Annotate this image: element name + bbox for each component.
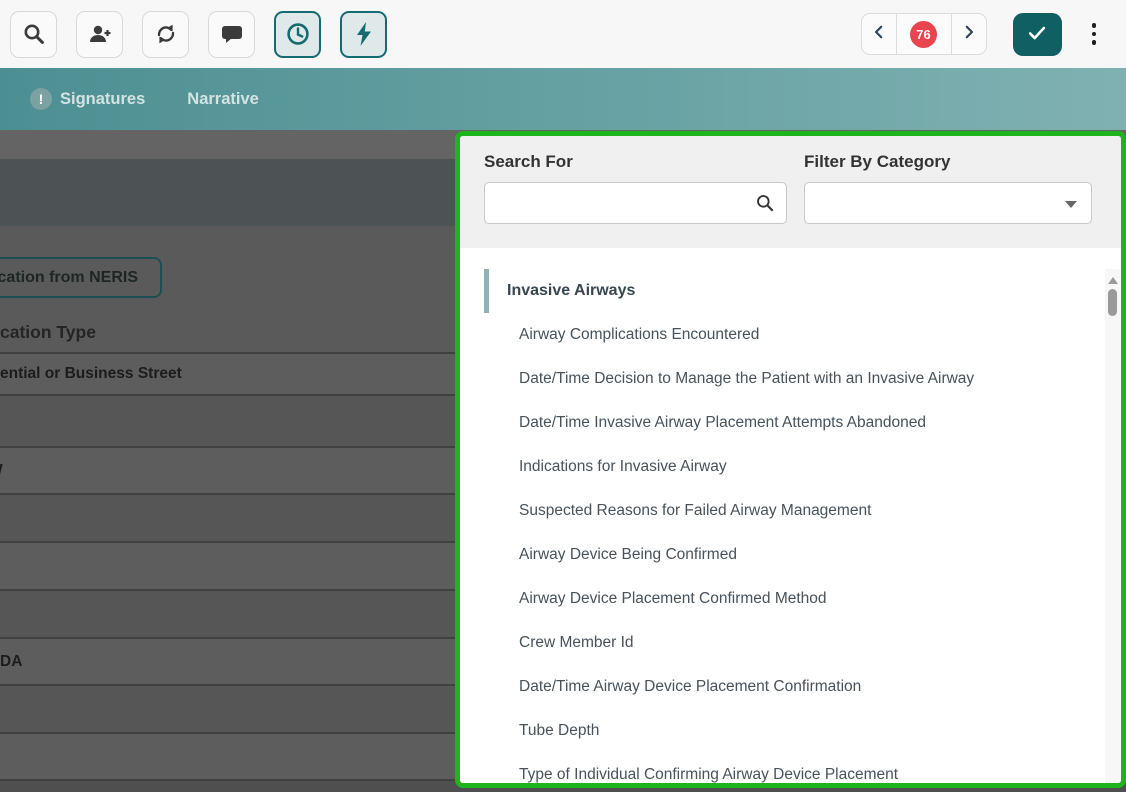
- validation-pager: 76: [861, 13, 987, 55]
- previous-issue-button[interactable]: [861, 13, 896, 55]
- overflow-menu-button[interactable]: [1088, 19, 1101, 49]
- scrollbar-thumb[interactable]: [1108, 289, 1117, 316]
- add-person-icon: [87, 22, 113, 46]
- list-item[interactable]: Indications for Invasive Airway: [460, 445, 1121, 489]
- add-person-button[interactable]: [76, 11, 123, 58]
- list-item[interactable]: Airway Complications Encountered: [460, 313, 1121, 357]
- location-type-heading: cation Type: [0, 322, 96, 343]
- list-item[interactable]: Crew Member Id: [460, 621, 1121, 665]
- history-button[interactable]: [274, 11, 321, 58]
- search-input[interactable]: [484, 182, 787, 224]
- tab-narrative[interactable]: Narrative: [187, 90, 259, 109]
- checkmark-icon: [1025, 22, 1049, 47]
- alert-icon: !: [30, 88, 52, 110]
- list-item[interactable]: Tube Depth: [460, 709, 1121, 753]
- add-field-panel: Search For Filter By Category In: [455, 131, 1126, 788]
- chat-button[interactable]: [208, 11, 255, 58]
- history-clock-icon: [285, 21, 311, 47]
- next-issue-button[interactable]: [952, 13, 987, 55]
- group-title: Invasive Airways: [507, 282, 635, 300]
- sync-button[interactable]: [142, 11, 189, 58]
- category-field-group: Filter By Category: [804, 152, 1092, 248]
- list-item[interactable]: Airway Device Being Confirmed: [460, 533, 1121, 577]
- confirm-button[interactable]: [1013, 13, 1062, 56]
- scroll-up-arrow-icon[interactable]: [1108, 277, 1118, 284]
- category-select[interactable]: [804, 182, 1092, 224]
- quick-actions-bolt-icon: [352, 21, 376, 47]
- location-from-neris-button: Location from NERIS: [0, 257, 162, 298]
- toolbar-left-group: [0, 11, 387, 58]
- chevron-down-icon: [1065, 201, 1077, 208]
- list-item[interactable]: Type of Individual Confirming Airway Dev…: [460, 753, 1121, 788]
- section-nav-bar: ! Signatures Narrative: [0, 68, 1126, 130]
- quick-actions-button[interactable]: [340, 11, 387, 58]
- search-icon: [22, 22, 46, 46]
- chat-icon: [220, 22, 244, 46]
- kebab-menu-icon: [1092, 23, 1097, 28]
- tab-signatures[interactable]: ! Signatures: [30, 88, 145, 110]
- group-accent-bar: [484, 269, 489, 313]
- field-group-header: Invasive Airways: [460, 269, 1121, 313]
- search-for-label: Search For: [484, 152, 787, 172]
- panel-scrollbar: [1105, 269, 1120, 788]
- list-item[interactable]: Airway Device Placement Confirmed Method: [460, 577, 1121, 621]
- search-field-group: Search For: [484, 152, 787, 248]
- validation-count-segment: 76: [896, 13, 952, 55]
- search-button[interactable]: [10, 11, 57, 58]
- top-toolbar: 76: [0, 0, 1126, 68]
- panel-filter-header: Search For Filter By Category: [460, 136, 1121, 248]
- list-item[interactable]: Suspected Reasons for Failed Airway Mana…: [460, 489, 1121, 533]
- tab-signatures-label: Signatures: [60, 90, 145, 109]
- search-input-wrap: [484, 182, 787, 224]
- list-item[interactable]: Date/Time Invasive Airway Placement Atte…: [460, 401, 1121, 445]
- chevron-right-icon: [960, 23, 978, 46]
- sync-icon: [154, 22, 178, 46]
- tab-narrative-label: Narrative: [187, 90, 259, 109]
- list-item[interactable]: Date/Time Airway Device Placement Confir…: [460, 665, 1121, 709]
- filter-by-category-label: Filter By Category: [804, 152, 1092, 172]
- list-item[interactable]: Date/Time Decision to Manage the Patient…: [460, 357, 1121, 401]
- app-window: 76 ! Signatures N: [0, 0, 1126, 792]
- validation-count-badge: 76: [910, 21, 937, 48]
- field-list: Invasive Airways Airway Complications En…: [460, 269, 1121, 788]
- toolbar-right-group: 76: [861, 13, 1126, 56]
- chevron-left-icon: [870, 23, 888, 46]
